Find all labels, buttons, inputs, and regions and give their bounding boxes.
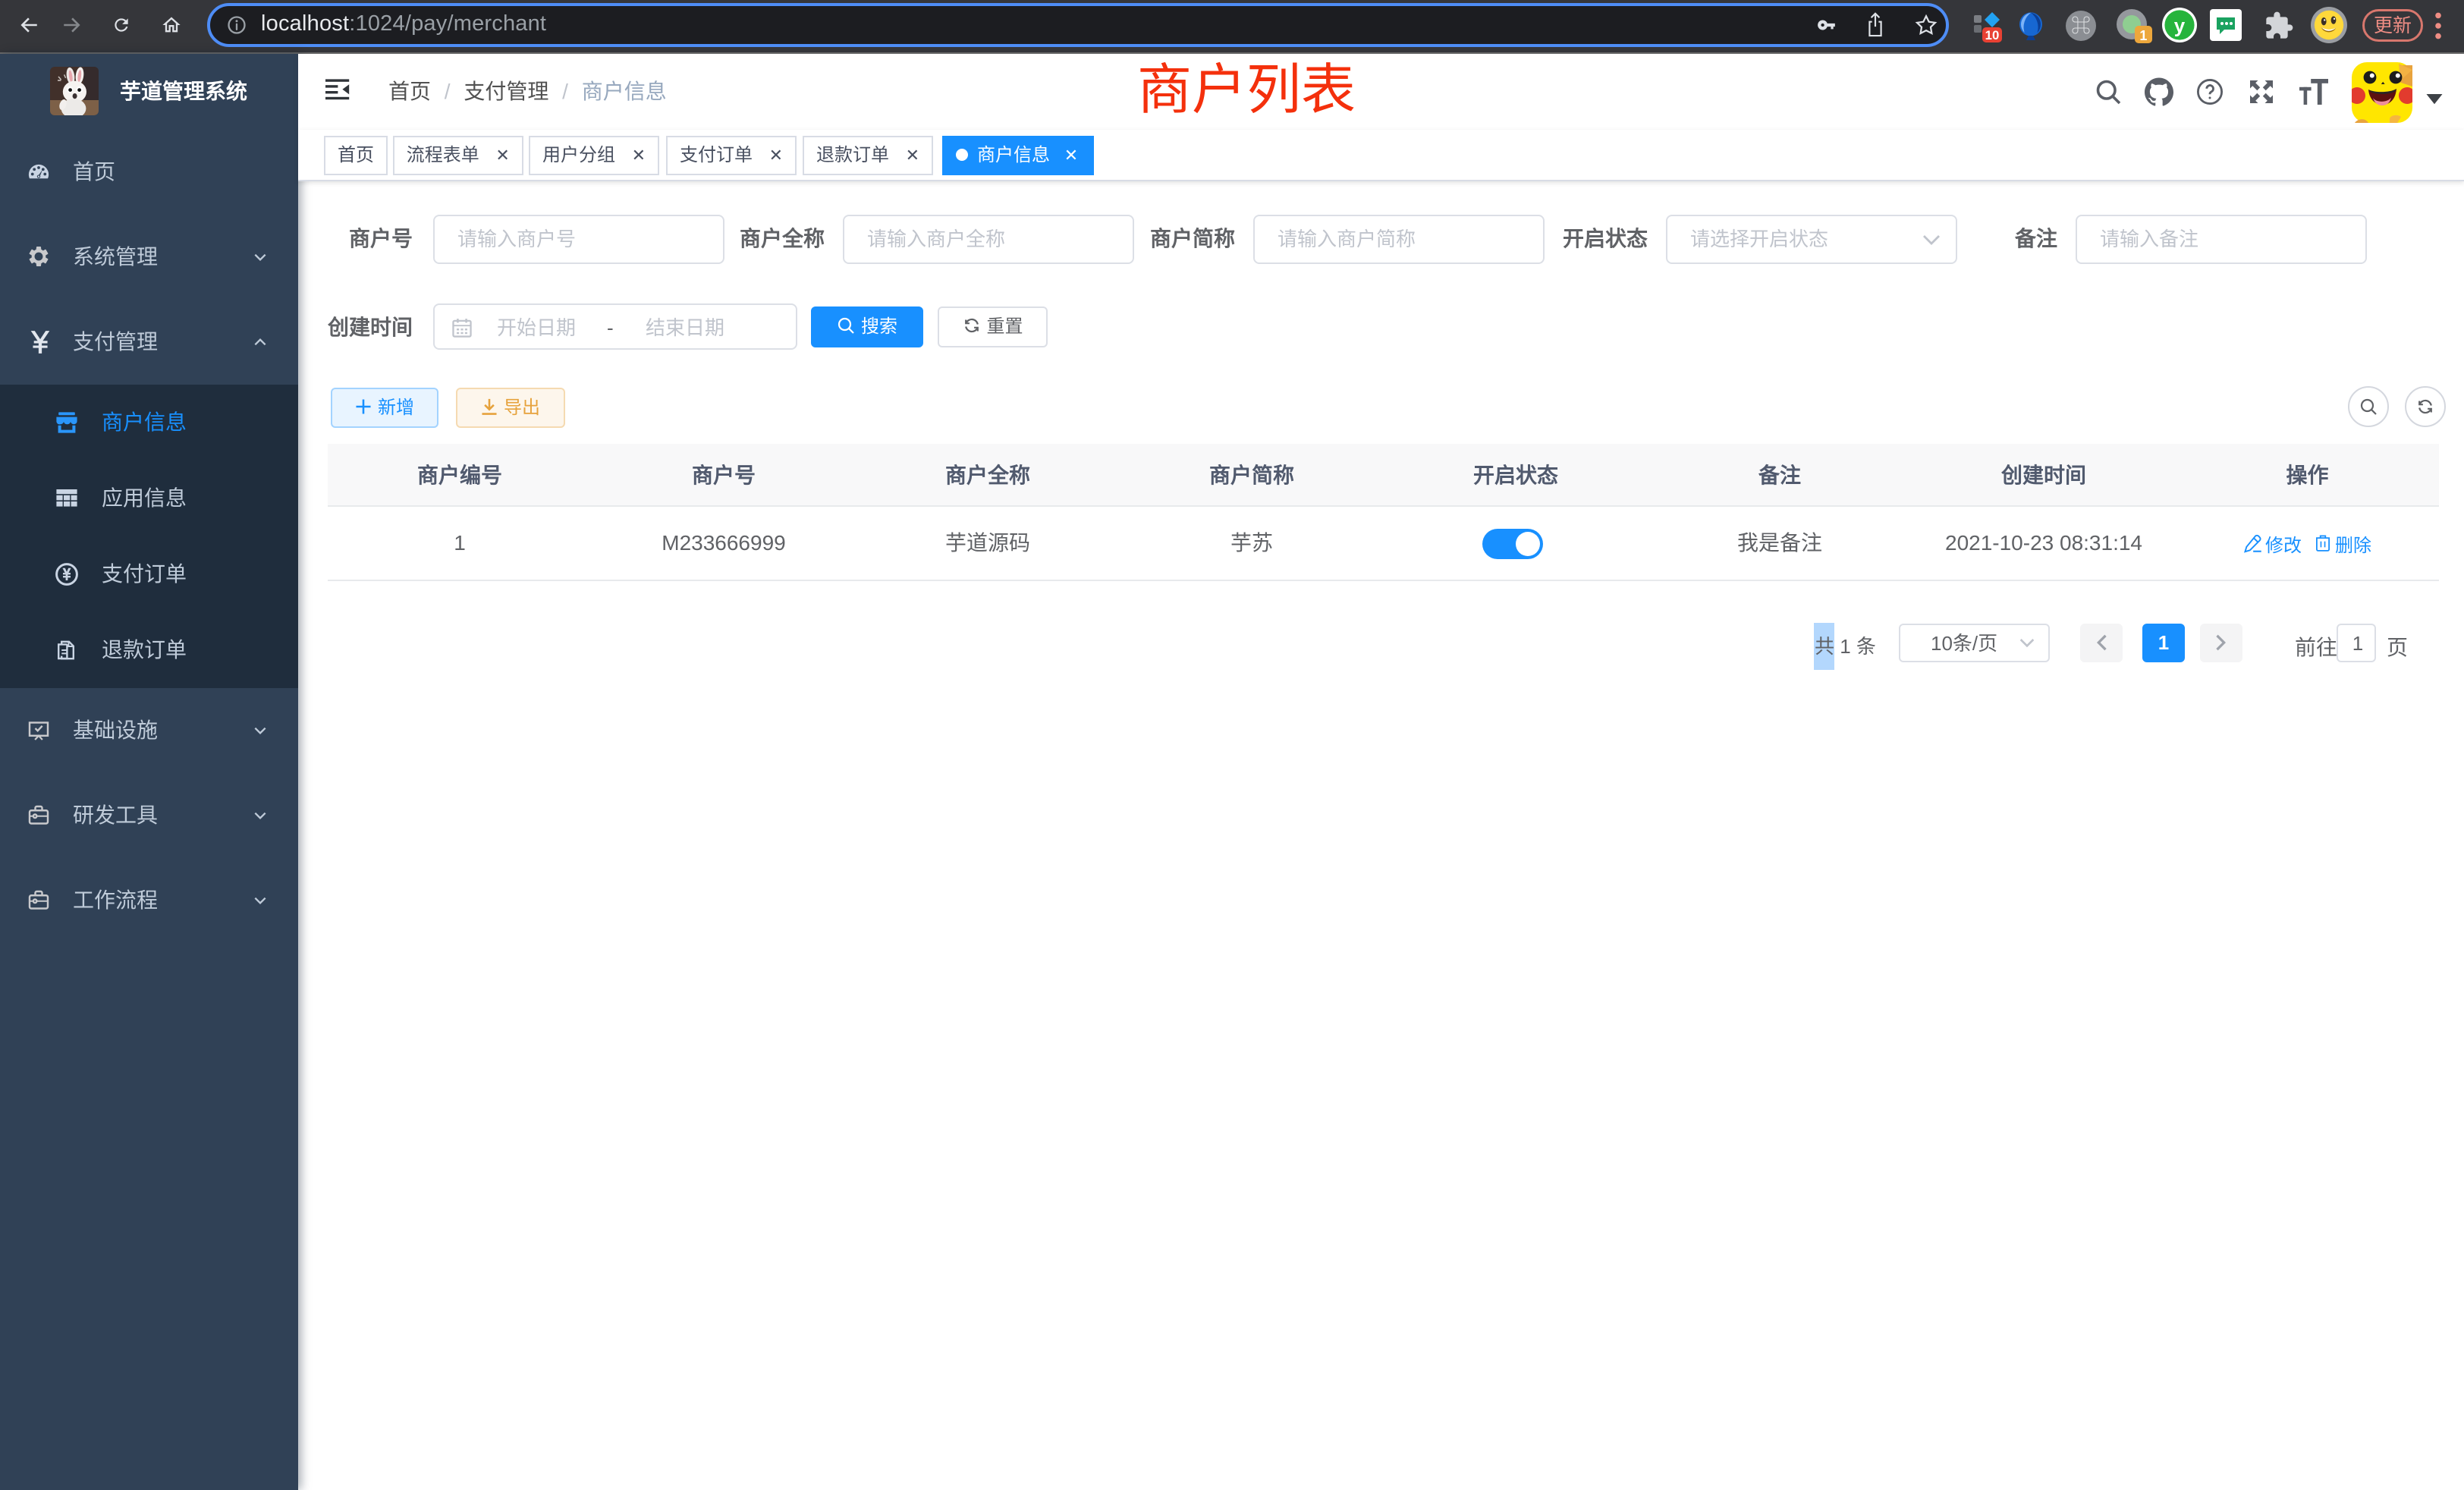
- svg-text:10: 10: [1985, 28, 2000, 42]
- svg-text:y: y: [2174, 14, 2186, 36]
- svg-text:1: 1: [2139, 28, 2147, 43]
- svg-text:⌘: ⌘: [2071, 14, 2091, 37]
